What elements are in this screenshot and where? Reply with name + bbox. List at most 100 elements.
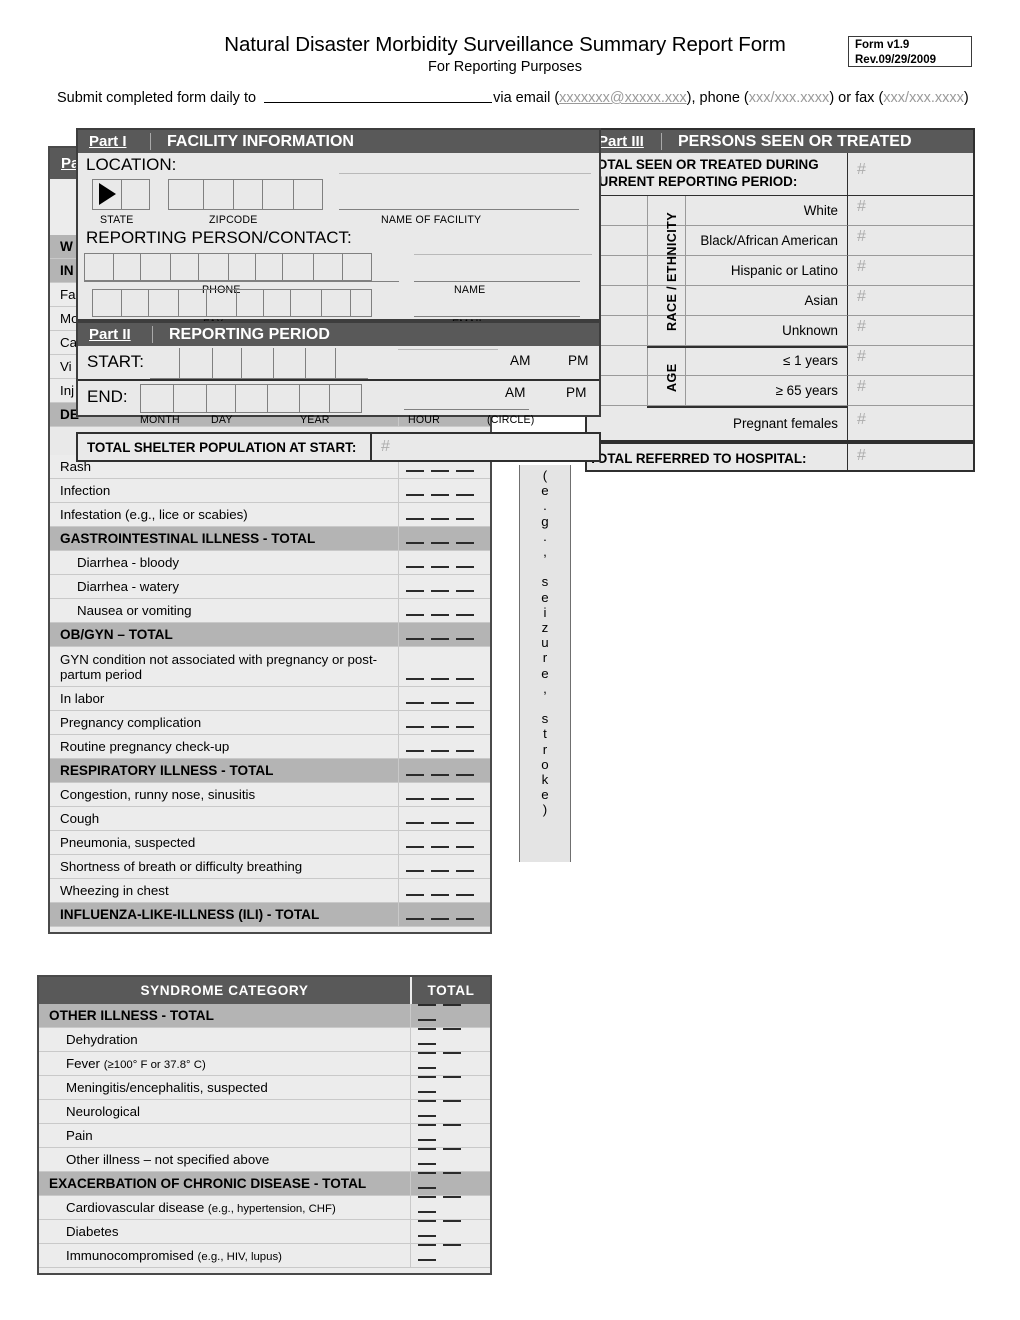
row-value[interactable]: # <box>847 406 973 442</box>
row-total-cell[interactable] <box>398 855 490 878</box>
row-total-cell[interactable] <box>398 647 490 686</box>
form-version-box: Form v1.9 Rev.09/29/2009 <box>848 36 972 67</box>
overflow-char: t <box>543 726 547 742</box>
hour-input[interactable] <box>404 409 529 410</box>
total-shelter-population-row: TOTAL SHELTER POPULATION AT START: # <box>76 432 601 462</box>
total-blanks[interactable] <box>406 788 481 803</box>
row-total-cell[interactable] <box>410 1244 490 1267</box>
row-value[interactable]: # <box>847 286 973 316</box>
total-blanks[interactable] <box>406 764 481 779</box>
total-blanks[interactable] <box>406 740 481 755</box>
total-blanks[interactable] <box>406 580 481 595</box>
total-blanks[interactable] <box>406 884 481 899</box>
total-blanks[interactable] <box>406 692 481 707</box>
total-blanks[interactable] <box>406 460 481 475</box>
overflow-char: . <box>543 528 547 544</box>
shelter-population-value[interactable]: # <box>372 434 599 460</box>
part3-breakdown: RACE / ETHNICITY AGE White # Black/Afric… <box>587 196 973 442</box>
form-page: Natural Disaster Morbidity Surveillance … <box>0 0 1020 1320</box>
total-blanks[interactable] <box>406 508 481 523</box>
row-total-cell[interactable] <box>398 599 490 622</box>
row-total-cell[interactable] <box>398 711 490 734</box>
total-blanks[interactable] <box>406 836 481 851</box>
zipcode-input[interactable] <box>168 179 323 210</box>
start-am-option[interactable]: AM <box>510 353 530 368</box>
row-label: Cardiovascular disease (e.g., hypertensi… <box>66 1200 336 1215</box>
row-label: Hispanic or Latino <box>587 256 847 286</box>
total-blanks[interactable] <box>406 604 481 619</box>
table-row: Diarrhea - watery <box>50 575 490 599</box>
row-total-cell[interactable] <box>398 503 490 526</box>
row-label: Immunocompromised (e.g., HIV, lupus) <box>66 1248 282 1263</box>
hospital-value[interactable]: # <box>847 444 973 472</box>
row-label: Pregnant females <box>587 406 847 442</box>
part2-label: Part II <box>89 326 131 343</box>
play-arrow-icon <box>99 183 116 205</box>
overflow-char: i <box>543 604 547 620</box>
total-blanks[interactable] <box>406 628 481 643</box>
row-total-cell[interactable] <box>398 783 490 806</box>
row-label: Wheezing in chest <box>60 883 169 898</box>
row-total-cell[interactable] <box>398 807 490 830</box>
table-row: GYN condition not associated with pregna… <box>50 647 490 687</box>
row-value[interactable]: # <box>847 376 973 406</box>
table-row: Nausea or vomiting <box>50 599 490 623</box>
total-blanks[interactable] <box>406 908 481 923</box>
row-label: Asian <box>587 286 847 316</box>
row-total-cell[interactable] <box>398 551 490 574</box>
submit-fax-prefix: ) or fax ( <box>829 90 884 106</box>
row-total-cell[interactable] <box>398 479 490 502</box>
submit-destination-blank[interactable] <box>264 89 493 103</box>
end-pm-option[interactable]: PM <box>566 385 586 400</box>
row-value[interactable]: # <box>847 346 973 376</box>
row-total-cell[interactable] <box>398 735 490 758</box>
row-value[interactable]: # <box>847 256 973 286</box>
total-blanks[interactable] <box>406 812 481 827</box>
row-value[interactable]: # <box>847 316 973 346</box>
row-total-cell[interactable] <box>398 879 490 902</box>
total-blanks[interactable] <box>406 532 481 547</box>
total-blanks[interactable] <box>406 716 481 731</box>
row-total-cell[interactable] <box>398 575 490 598</box>
fax-input[interactable] <box>92 289 372 317</box>
row-total-cell[interactable] <box>398 903 490 926</box>
part1-facility-information: Part I FACILITY INFORMATION LOCATION: ST… <box>76 128 601 330</box>
row-total-cell[interactable] <box>398 527 490 550</box>
start-date-input[interactable] <box>150 348 368 379</box>
total-blanks[interactable] <box>406 556 481 571</box>
total-blanks[interactable] <box>406 484 481 499</box>
end-am-option[interactable]: AM <box>505 385 525 400</box>
end-date-input[interactable] <box>140 384 362 413</box>
total-blanks[interactable] <box>406 860 481 875</box>
row-total-cell[interactable] <box>398 623 490 646</box>
phone-input[interactable] <box>84 253 372 281</box>
row-total-cell[interactable] <box>398 831 490 854</box>
total-blanks[interactable] <box>418 1234 490 1264</box>
row-total-cell[interactable] <box>398 687 490 710</box>
part3-title: PERSONS SEEN OR TREATED <box>678 132 912 150</box>
contact-name-input[interactable] <box>414 281 580 282</box>
table-row: Pneumonia, suspected <box>50 831 490 855</box>
table-row: In labor <box>50 687 490 711</box>
email-input[interactable] <box>414 316 580 317</box>
row-value[interactable]: # <box>847 226 973 256</box>
day-caption: DAY <box>211 414 233 426</box>
part3-total-value[interactable]: # <box>847 153 973 196</box>
overflow-char: g <box>541 513 549 529</box>
hour-caption: HOUR <box>408 414 440 426</box>
row-total-cell[interactable] <box>398 759 490 782</box>
row-label: ≤ 1 years <box>587 346 847 376</box>
row-value[interactable]: # <box>847 196 973 226</box>
total-blanks[interactable] <box>406 668 481 683</box>
table-row: Hispanic or Latino # <box>587 256 973 286</box>
overflow-char: ) <box>542 802 548 818</box>
facility-name-input[interactable] <box>339 209 579 210</box>
start-pm-option[interactable]: PM <box>568 353 588 368</box>
part2-title: REPORTING PERIOD <box>169 325 330 343</box>
overflow-char: k <box>541 772 549 788</box>
fax-placeholder: xxx/xxx.xxxx <box>883 90 964 106</box>
row-label: Unknown <box>587 316 847 346</box>
row-label: Pain <box>66 1128 93 1143</box>
table-row: White # <box>587 196 973 226</box>
row-label: Shortness of breath or difficulty breath… <box>60 859 303 874</box>
